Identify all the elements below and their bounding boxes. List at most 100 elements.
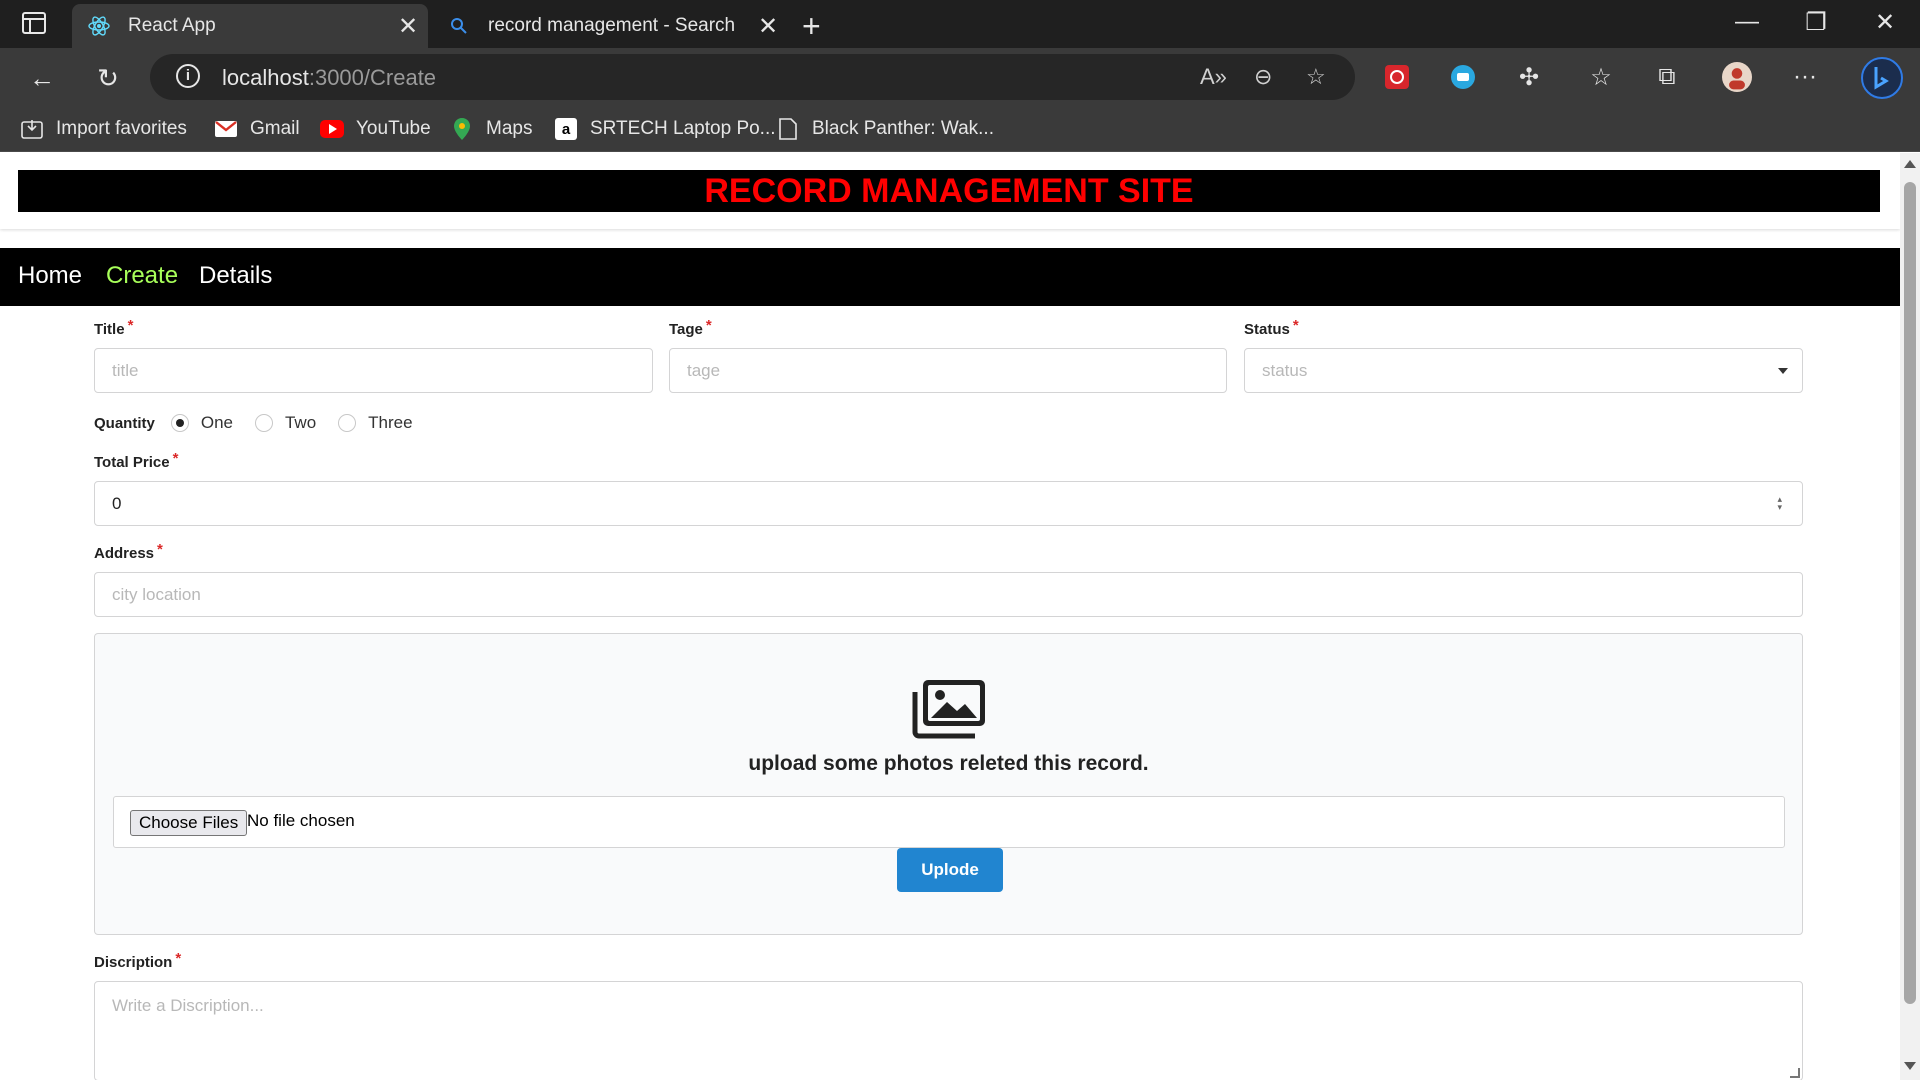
total-price-label: Total Price * <box>94 450 178 471</box>
restore-icon[interactable]: ❐ <box>1791 8 1841 37</box>
bookmark-label: Black Panther: Wak... <box>812 118 994 139</box>
bookmark-black-panther[interactable]: Black Panther: Wak... <box>776 114 994 144</box>
radio-one[interactable] <box>170 414 189 432</box>
close-icon[interactable]: ✕ <box>748 12 788 41</box>
address-input[interactable]: city location <box>94 572 1803 617</box>
tage-label: Tage * <box>669 317 712 338</box>
address-label: Address * <box>94 541 163 562</box>
read-aloud-icon[interactable]: A» <box>1200 64 1227 90</box>
file-input-wrapper: Choose Files No file chosen <box>113 796 1785 848</box>
upload-instruction: upload some photos releted this record. <box>748 752 1149 775</box>
bookmark-label: Import favorites <box>56 118 187 139</box>
quantity-label: Quantity <box>94 414 155 432</box>
more-options-icon[interactable]: ··· <box>1790 62 1820 92</box>
tage-label-text: Tage <box>669 321 703 338</box>
total-price-value: 0 <box>112 493 122 513</box>
radio-two-label[interactable]: Two <box>285 413 316 433</box>
description-textarea[interactable]: Write a Discription... <box>94 981 1803 1080</box>
minimize-icon[interactable]: — <box>1722 8 1772 36</box>
extensions-icon[interactable]: ✣ <box>1514 62 1544 92</box>
import-icon <box>20 117 44 141</box>
address-url[interactable]: localhost:3000/Create <box>222 65 436 91</box>
url-path: :3000/Create <box>308 65 437 90</box>
required-mark: * <box>175 950 182 967</box>
tab-search[interactable]: record management - Search ✕ <box>432 4 788 48</box>
favorites-icon[interactable]: ☆ <box>1586 62 1616 92</box>
tab-react-app[interactable]: React App ✕ <box>72 4 428 48</box>
radio-one-label[interactable]: One <box>201 413 233 433</box>
scroll-up-icon[interactable] <box>1904 160 1916 168</box>
status-label: Status * <box>1244 317 1299 338</box>
description-label-text: Discription <box>94 954 173 971</box>
title-label: Title * <box>94 317 133 338</box>
site-title: RECORD MANAGEMENT SITE <box>704 171 1194 210</box>
window-close-icon[interactable]: ✕ <box>1860 8 1910 37</box>
bookmark-gmail[interactable]: Gmail <box>214 114 300 144</box>
zoom-out-icon[interactable]: ⊖ <box>1254 64 1272 90</box>
radio-three[interactable] <box>338 414 357 432</box>
new-tab-icon[interactable]: + <box>802 8 821 45</box>
tab-title: record management - Search <box>488 15 736 36</box>
status-select[interactable]: status <box>1244 348 1803 393</box>
tage-input[interactable]: tage <box>669 348 1227 393</box>
bookmark-maps[interactable]: Maps <box>450 114 532 144</box>
bookmark-label: Gmail <box>250 118 300 139</box>
photo-upload-segment: upload some photos releted this record. … <box>94 633 1803 935</box>
collections-icon[interactable]: ⧉ <box>1652 62 1682 92</box>
back-icon[interactable]: ← <box>22 58 62 98</box>
browser-tab-bar: React App ✕ record management - Search ✕… <box>0 0 1920 48</box>
profile-avatar[interactable] <box>1722 62 1752 92</box>
resize-grip-icon[interactable] <box>1790 1068 1800 1078</box>
maps-icon <box>450 117 474 141</box>
images-icon <box>912 680 985 739</box>
required-mark: * <box>172 450 179 467</box>
number-spinner-icon[interactable]: ▴ ▾ <box>1777 495 1782 512</box>
scrollbar-thumb[interactable] <box>1904 182 1916 1004</box>
description-placeholder: Write a Discription... <box>112 996 264 1015</box>
page-icon <box>776 117 800 141</box>
total-price-input[interactable]: 0 ▴ ▾ <box>94 481 1803 526</box>
total-price-label-text: Total Price <box>94 454 170 471</box>
bing-copilot-icon[interactable] <box>1860 56 1904 100</box>
gmail-icon <box>214 117 238 141</box>
site-title-bar: RECORD MANAGEMENT SITE <box>18 170 1880 212</box>
nav-create[interactable]: Create <box>106 262 178 290</box>
title-input[interactable]: title <box>94 348 653 393</box>
close-icon[interactable]: ✕ <box>388 12 428 41</box>
quantity-radio-group: Quantity One Two Three <box>94 411 435 435</box>
site-header: RECORD MANAGEMENT SITE <box>0 153 1900 229</box>
bookmark-youtube[interactable]: YouTube <box>320 114 431 144</box>
dropdown-caret-icon <box>1778 368 1788 374</box>
scroll-down-icon[interactable] <box>1904 1062 1916 1070</box>
address-label-text: Address <box>94 545 155 562</box>
page-viewport: RECORD MANAGEMENT SITE Home Create Detai… <box>0 153 1900 1080</box>
tage-placeholder: tage <box>687 360 721 380</box>
tab-actions-icon[interactable] <box>22 12 46 34</box>
site-info-icon[interactable]: i <box>176 64 200 88</box>
choose-files-button[interactable]: Choose Files <box>130 810 248 836</box>
required-mark: * <box>127 317 134 334</box>
nav-home[interactable]: Home <box>18 262 82 290</box>
url-host: localhost <box>222 65 309 90</box>
bookmark-import-favorites[interactable]: Import favorites <box>20 114 187 144</box>
description-label: Discription * <box>94 950 181 971</box>
tab-title: React App <box>128 15 216 36</box>
status-placeholder: status <box>1262 360 1308 380</box>
title-label-text: Title <box>94 321 125 338</box>
required-mark: * <box>705 317 712 334</box>
refresh-icon[interactable]: ↻ <box>88 58 128 98</box>
amazon-icon: a <box>554 117 578 141</box>
extension-red-icon[interactable] <box>1382 62 1412 92</box>
extension-chat-icon[interactable] <box>1448 62 1478 92</box>
address-bar[interactable]: i localhost:3000/Create A» ⊖ ☆ <box>150 54 1355 100</box>
radio-three-label[interactable]: Three <box>368 413 412 433</box>
add-favorite-icon[interactable]: ☆ <box>1306 64 1326 90</box>
nav-details[interactable]: Details <box>199 262 272 290</box>
react-icon <box>88 15 110 37</box>
upload-button[interactable]: Uplode <box>897 848 1003 892</box>
required-mark: * <box>1292 317 1299 334</box>
svg-text:a: a <box>562 121 571 138</box>
bookmark-srtech[interactable]: a SRTECH Laptop Po... <box>554 114 776 144</box>
radio-two[interactable] <box>254 414 273 432</box>
file-status-text: No file chosen <box>247 811 355 830</box>
